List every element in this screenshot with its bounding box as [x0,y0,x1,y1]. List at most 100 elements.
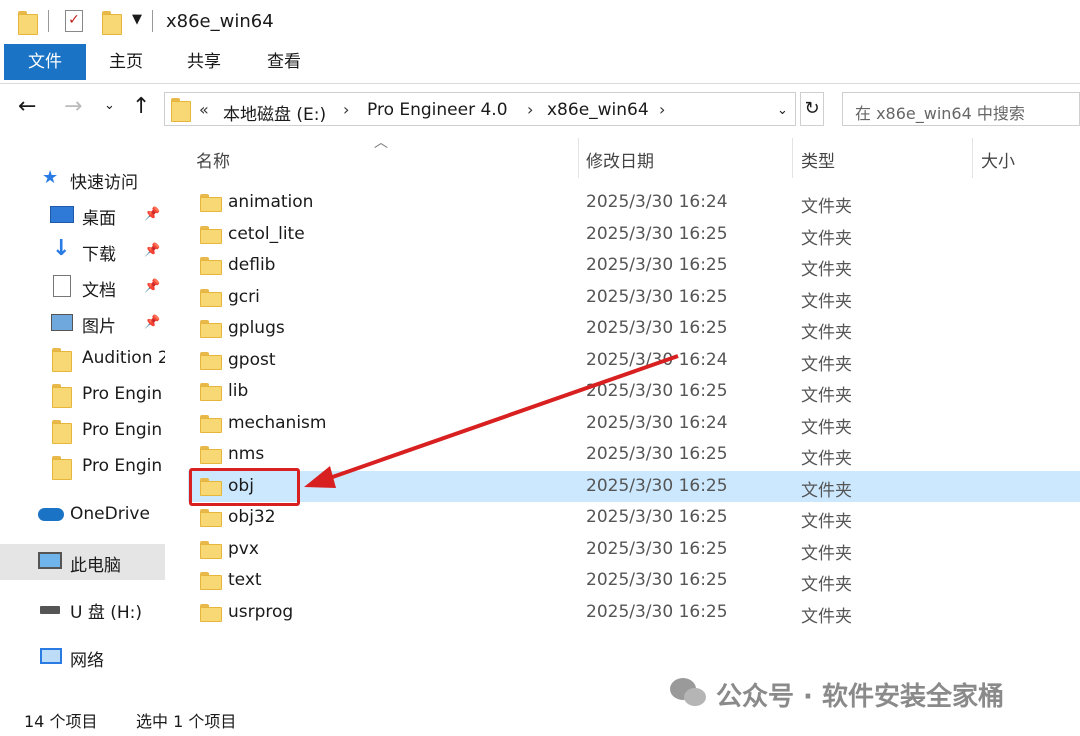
file-modified: 2025/3/30 16:25 [586,570,728,590]
address-bar[interactable]: « 本地磁盘 (E:) › Pro Engineer 4.0 › x86e_wi… [164,92,796,126]
folder-icon [200,509,222,527]
pin-icon: 📌 [144,315,161,330]
file-row[interactable]: text 2025/3/30 16:25 文件夹 [188,565,1080,596]
folder-icon [200,414,222,433]
refresh-icon[interactable]: ↻ [800,92,824,126]
nav-this-pc[interactable]: 此电脑 [0,544,165,580]
nav-label: OneDrive [70,504,150,524]
folder-icon [200,572,222,590]
nav-recent-audition[interactable]: Audition 2 [0,342,165,376]
computer-icon [38,552,62,569]
file-row[interactable]: usrprog 2025/3/30 16:25 文件夹 [188,597,1080,628]
file-name: text [228,570,262,590]
nav-label: 文档 [82,281,116,301]
nav-quick-access[interactable]: ★ 快速访问 [0,162,165,196]
file-name: lib [228,381,249,401]
chevron-right-icon[interactable]: › [343,100,349,119]
title-bar: ✓ ▼ x86e_win64 [0,0,1080,44]
file-modified: 2025/3/30 16:25 [586,223,728,244]
new-folder-icon[interactable] [102,11,122,35]
nav-downloads[interactable]: ↓ 下载 📌 [0,234,165,268]
file-row[interactable]: obj32 2025/3/30 16:25 文件夹 [188,502,1080,533]
tab-file[interactable]: 文件 [4,44,86,80]
ribbon: 文件 主页 共享 查看 [0,44,1080,84]
file-row[interactable]: gplugs 2025/3/30 16:25 文件夹 [188,313,1080,344]
file-type: 文件夹 [801,354,852,375]
wechat-logo-icon [670,674,710,710]
file-modified: 2025/3/30 16:25 [586,286,728,307]
column-header-name[interactable]: 名称 [196,147,230,172]
chevron-down-icon[interactable]: ▼ [132,12,142,27]
column-header-size[interactable]: 大小 [981,147,1015,172]
file-name: animation [228,192,314,212]
nav-network[interactable]: 网络 [0,640,165,674]
folder-icon [200,194,222,212]
search-input[interactable]: 在 x86e_win64 中搜索 [842,92,1080,126]
file-row[interactable]: gcri 2025/3/30 16:25 文件夹 [188,282,1080,313]
nav-label: Pro Engin [82,384,163,404]
file-row[interactable]: animation 2025/3/30 16:24 文件夹 [188,187,1080,218]
up-icon[interactable]: ↑ [132,94,150,119]
file-row[interactable]: cetol_lite 2025/3/30 16:25 文件夹 [188,219,1080,250]
sort-ascending-icon: ︿ [374,135,388,151]
chevron-right-icon[interactable]: › [659,100,665,119]
network-icon [40,648,62,664]
file-name: cetol_lite [228,223,305,244]
folder-icon [200,288,222,307]
column-divider[interactable] [792,138,793,178]
tab-share[interactable]: 共享 [174,44,234,80]
download-icon: ↓ [52,236,71,261]
nav-onedrive[interactable]: OneDrive [0,498,165,532]
nav-desktop[interactable]: 桌面 📌 [0,198,165,232]
nav-recent-proe-2[interactable]: Pro Engin [0,414,165,448]
file-row[interactable]: pvx 2025/3/30 16:25 文件夹 [188,534,1080,565]
tab-home[interactable]: 主页 [96,44,156,80]
properties-icon[interactable]: ✓ [65,10,83,32]
nav-label: 网络 [70,651,104,671]
file-type: 文件夹 [801,480,852,501]
file-row[interactable]: deflib 2025/3/30 16:25 文件夹 [188,250,1080,281]
column-divider[interactable] [578,138,579,178]
nav-documents[interactable]: 文档 📌 [0,270,165,304]
nav-recent-proe-1[interactable]: Pro Engin [0,378,165,412]
nav-usb-drive[interactable]: U 盘 (H:) [0,592,165,626]
nav-label: 下载 [82,245,116,265]
breadcrumb-proe[interactable]: Pro Engineer 4.0 [367,100,508,120]
file-type: 文件夹 [801,417,852,438]
chevron-right-icon[interactable]: › [527,100,533,119]
breadcrumb-drive[interactable]: 本地磁盘 (E:) [223,100,326,125]
breadcrumb-x86e[interactable]: x86e_win64 [547,100,649,120]
search-placeholder: 在 x86e_win64 中搜索 [855,104,1025,123]
file-name: obj32 [228,507,276,527]
nav-label: 快速访问 [70,173,138,193]
column-divider[interactable] [972,138,973,178]
nav-label: 此电脑 [70,556,121,576]
breadcrumb-overflow[interactable]: « [199,100,209,119]
file-name: gcri [228,286,260,307]
file-modified: 2025/3/30 16:25 [586,318,728,338]
recent-locations-icon[interactable]: ⌄ [104,98,115,113]
file-modified: 2025/3/30 16:25 [586,507,728,527]
pin-icon: 📌 [144,243,161,258]
file-type: 文件夹 [801,512,852,532]
tab-view[interactable]: 查看 [254,44,314,80]
nav-pictures[interactable]: 图片 📌 [0,306,165,340]
pin-icon: 📌 [144,207,161,222]
usb-drive-icon [40,606,60,614]
file-name: usrprog [228,601,294,622]
pictures-icon [51,314,73,331]
column-header-modified[interactable]: 修改日期 [586,147,654,172]
back-icon[interactable]: ← [18,94,36,119]
folder-icon [52,384,72,408]
file-name: nms [228,444,265,464]
chevron-down-icon[interactable]: ⌄ [777,103,788,118]
nav-label: U 盘 (H:) [70,603,143,623]
nav-label: Pro Engin [82,456,163,476]
forward-icon[interactable]: → [64,94,82,119]
window-title: x86e_win64 [166,11,274,32]
folder-icon [200,603,222,622]
nav-recent-proe-3[interactable]: Pro Engin [0,450,165,484]
column-header-type[interactable]: 类型 [801,147,835,172]
file-type: 文件夹 [801,260,852,280]
file-type: 文件夹 [801,228,852,249]
